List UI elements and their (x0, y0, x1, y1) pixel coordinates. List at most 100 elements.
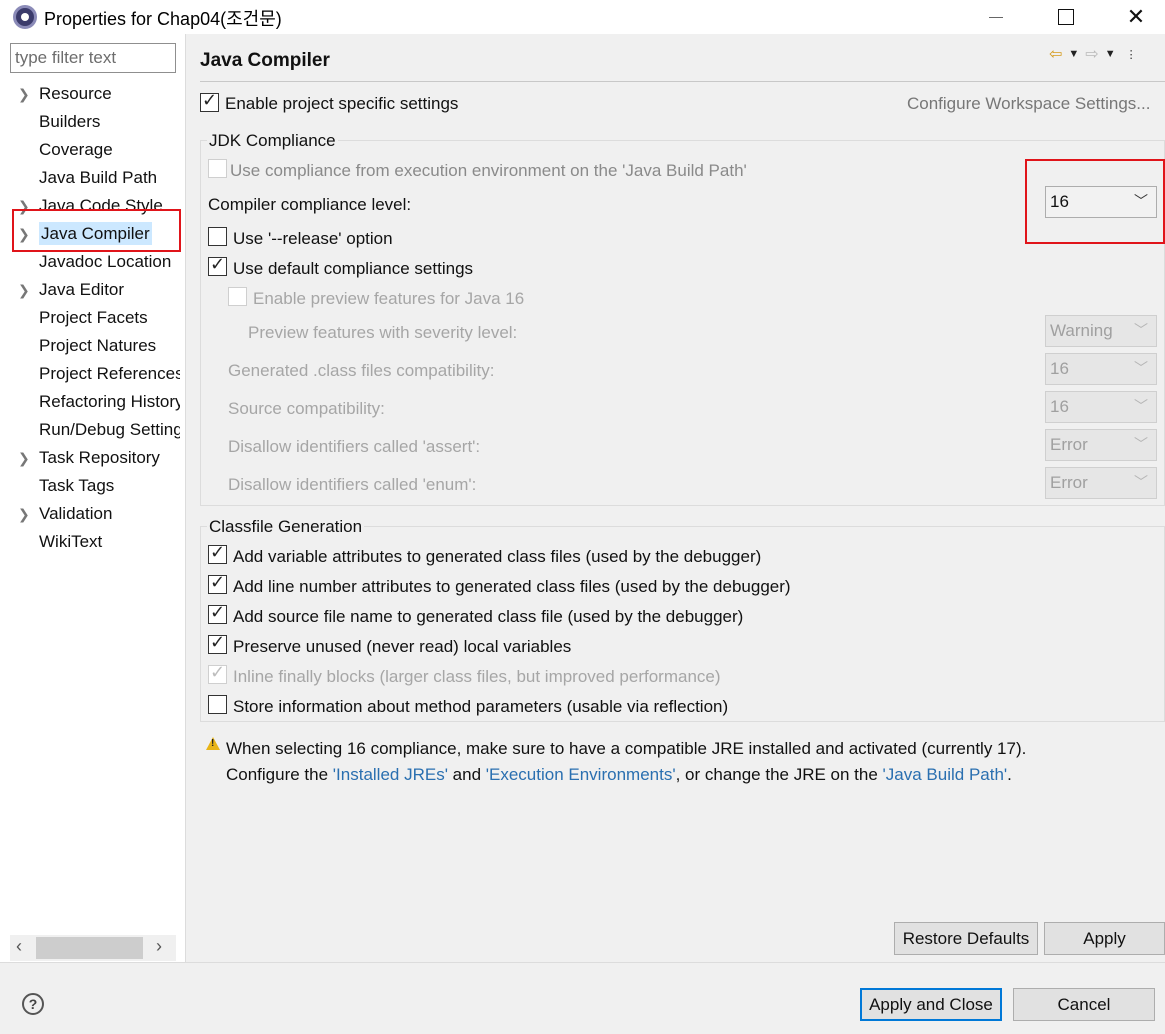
sidebar-item-label: Builders (39, 112, 101, 131)
chevron-right-icon[interactable]: ❯ (18, 500, 30, 528)
classfile-option-checkbox[interactable] (208, 695, 227, 714)
close-icon: ✕ (1126, 4, 1146, 29)
java-build-path-link[interactable]: 'Java Build Path' (883, 765, 1008, 784)
window-title: Properties for Chap04(조건문) (44, 9, 282, 29)
sidebar-item-label: Resource (39, 84, 112, 103)
chevron-down-icon: ﹀ (1134, 474, 1148, 490)
classfile-option-checkbox[interactable] (208, 542, 227, 564)
navigation-controls: ⇦ ▼ ⇨ ▼ ⋮ (1049, 44, 1137, 64)
apply-button[interactable]: Apply (1044, 922, 1165, 955)
disallow-assert-value: Error (1050, 435, 1088, 454)
sidebar-item[interactable]: ❯ Task Repository (0, 444, 180, 472)
sidebar-item[interactable]: ❯ Java Editor (0, 276, 180, 304)
sidebar-item[interactable]: Javadoc Location (0, 248, 180, 276)
view-menu-icon[interactable]: ⋮ (1126, 48, 1137, 61)
dialog-footer: ? Apply and Close Cancel (0, 962, 1165, 1034)
chevron-down-icon: ﹀ (1134, 436, 1148, 452)
sidebar-item[interactable]: Task Tags (0, 472, 180, 500)
sidebar-item-label: Javadoc Location (39, 252, 172, 271)
classfile-option-label: Inline finally blocks (larger class file… (233, 667, 721, 686)
disallow-enum-select[interactable]: Error ﹀ (1045, 467, 1157, 499)
chevron-right-icon[interactable]: ❯ (18, 80, 30, 108)
sidebar-item[interactable]: ❯ Validation (0, 500, 180, 528)
compliance-level-label: Compiler compliance level: (208, 195, 412, 214)
help-icon[interactable]: ? (22, 993, 44, 1015)
enable-project-specific-label: Enable project specific settings (225, 94, 459, 113)
maximize-icon (1058, 9, 1074, 25)
forward-dropdown-icon[interactable]: ▼ (1105, 48, 1116, 60)
generated-class-value: 16 (1050, 359, 1069, 378)
use-release-label: Use '--release' option (233, 229, 393, 248)
configure-workspace-link[interactable]: Configure Workspace Settings... (907, 94, 1150, 114)
classfile-option-checkbox[interactable] (208, 632, 227, 654)
warning-text: , or change the JRE on the (675, 765, 883, 784)
sidebar-item[interactable]: Project References (0, 360, 180, 388)
classfile-option-checkbox[interactable] (208, 662, 227, 684)
sidebar-item[interactable]: ❯ Resource (0, 80, 180, 108)
cancel-button[interactable]: Cancel (1013, 988, 1155, 1021)
sidebar-item[interactable]: WikiText (0, 528, 180, 556)
installed-jres-link[interactable]: 'Installed JREs' (333, 765, 448, 784)
use-compliance-env-label: Use compliance from execution environmen… (230, 161, 747, 180)
sidebar-item[interactable]: Run/Debug Settings (0, 416, 180, 444)
sidebar-item-label: Java Build Path (39, 168, 158, 187)
scroll-left-icon[interactable]: ‹ (16, 936, 22, 957)
main-panel: Java Compiler ⇦ ▼ ⇨ ▼ ⋮ Enable project s… (187, 34, 1165, 962)
sidebar-item-label: Refactoring History (39, 392, 180, 411)
enable-preview-checkbox[interactable] (228, 287, 247, 306)
scrollbar-thumb[interactable] (36, 937, 143, 959)
preview-severity-value: Warning (1050, 321, 1113, 340)
sidebar-item[interactable]: Builders (0, 108, 180, 136)
classfile-option-checkbox[interactable] (208, 602, 227, 624)
sidebar-item-label: Project Natures (39, 336, 157, 355)
page-title: Java Compiler (200, 50, 330, 71)
maximize-button[interactable] (1036, 0, 1096, 34)
preview-severity-select[interactable]: Warning ﹀ (1045, 315, 1157, 347)
sidebar-item-label: WikiText (39, 532, 103, 551)
warning-text: . (1007, 765, 1012, 784)
restore-defaults-button[interactable]: Restore Defaults (894, 922, 1038, 955)
disallow-enum-label: Disallow identifiers called 'enum': (228, 475, 477, 494)
title-bar: Properties for Chap04(조건문) ✕ (0, 0, 1165, 34)
use-compliance-env-checkbox[interactable] (208, 159, 227, 178)
sidebar-item[interactable]: Project Natures (0, 332, 180, 360)
back-arrow-icon[interactable]: ⇦ (1049, 44, 1062, 64)
close-button[interactable]: ✕ (1106, 0, 1165, 34)
chevron-right-icon[interactable]: ❯ (18, 276, 30, 304)
forward-arrow-icon[interactable]: ⇨ (1085, 44, 1098, 64)
warning-icon (206, 737, 220, 750)
sidebar-item[interactable]: Refactoring History (0, 388, 180, 416)
minimize-button[interactable] (966, 0, 1026, 34)
classfile-option-label: Preserve unused (never read) local varia… (233, 637, 572, 656)
disallow-enum-value: Error (1050, 473, 1088, 492)
scroll-right-icon[interactable]: › (156, 936, 162, 957)
property-tree: ❯ Resource Builders Coverage Java Build Path… (0, 80, 186, 556)
selection-highlight-box (12, 209, 181, 252)
horizontal-scrollbar[interactable]: ‹ › (10, 935, 176, 961)
sidebar-item-label: Validation (39, 504, 113, 523)
chevron-right-icon[interactable]: ❯ (18, 444, 30, 472)
use-default-compliance-label: Use default compliance settings (233, 259, 474, 278)
source-compat-value: 16 (1050, 397, 1069, 416)
chevron-down-icon: ﹀ (1134, 398, 1148, 414)
chevron-down-icon: ﹀ (1134, 322, 1148, 338)
sidebar-item[interactable]: Coverage (0, 136, 180, 164)
use-release-checkbox[interactable] (208, 227, 227, 246)
sidebar-item[interactable]: Project Facets (0, 304, 180, 332)
sidebar-item[interactable]: Java Build Path (0, 164, 180, 192)
warning-line1: When selecting 16 compliance, make sure … (226, 739, 1027, 758)
filter-input[interactable] (10, 43, 176, 73)
disallow-assert-select[interactable]: Error ﹀ (1045, 429, 1157, 461)
back-dropdown-icon[interactable]: ▼ (1068, 48, 1079, 60)
apply-and-close-button[interactable]: Apply and Close (860, 988, 1002, 1021)
sidebar-item-label: Project References (39, 364, 180, 383)
enable-preview-label: Enable preview features for Java 16 (253, 289, 525, 308)
classfile-option-checkbox[interactable] (208, 572, 227, 594)
generated-class-select[interactable]: 16 ﹀ (1045, 353, 1157, 385)
enable-project-specific-checkbox[interactable] (200, 90, 219, 112)
disallow-assert-label: Disallow identifiers called 'assert': (228, 437, 481, 456)
use-default-compliance-checkbox[interactable] (208, 254, 227, 276)
classfile-option-label: Store information about method parameter… (233, 697, 729, 716)
execution-environments-link[interactable]: 'Execution Environments' (486, 765, 676, 784)
source-compat-select[interactable]: 16 ﹀ (1045, 391, 1157, 423)
